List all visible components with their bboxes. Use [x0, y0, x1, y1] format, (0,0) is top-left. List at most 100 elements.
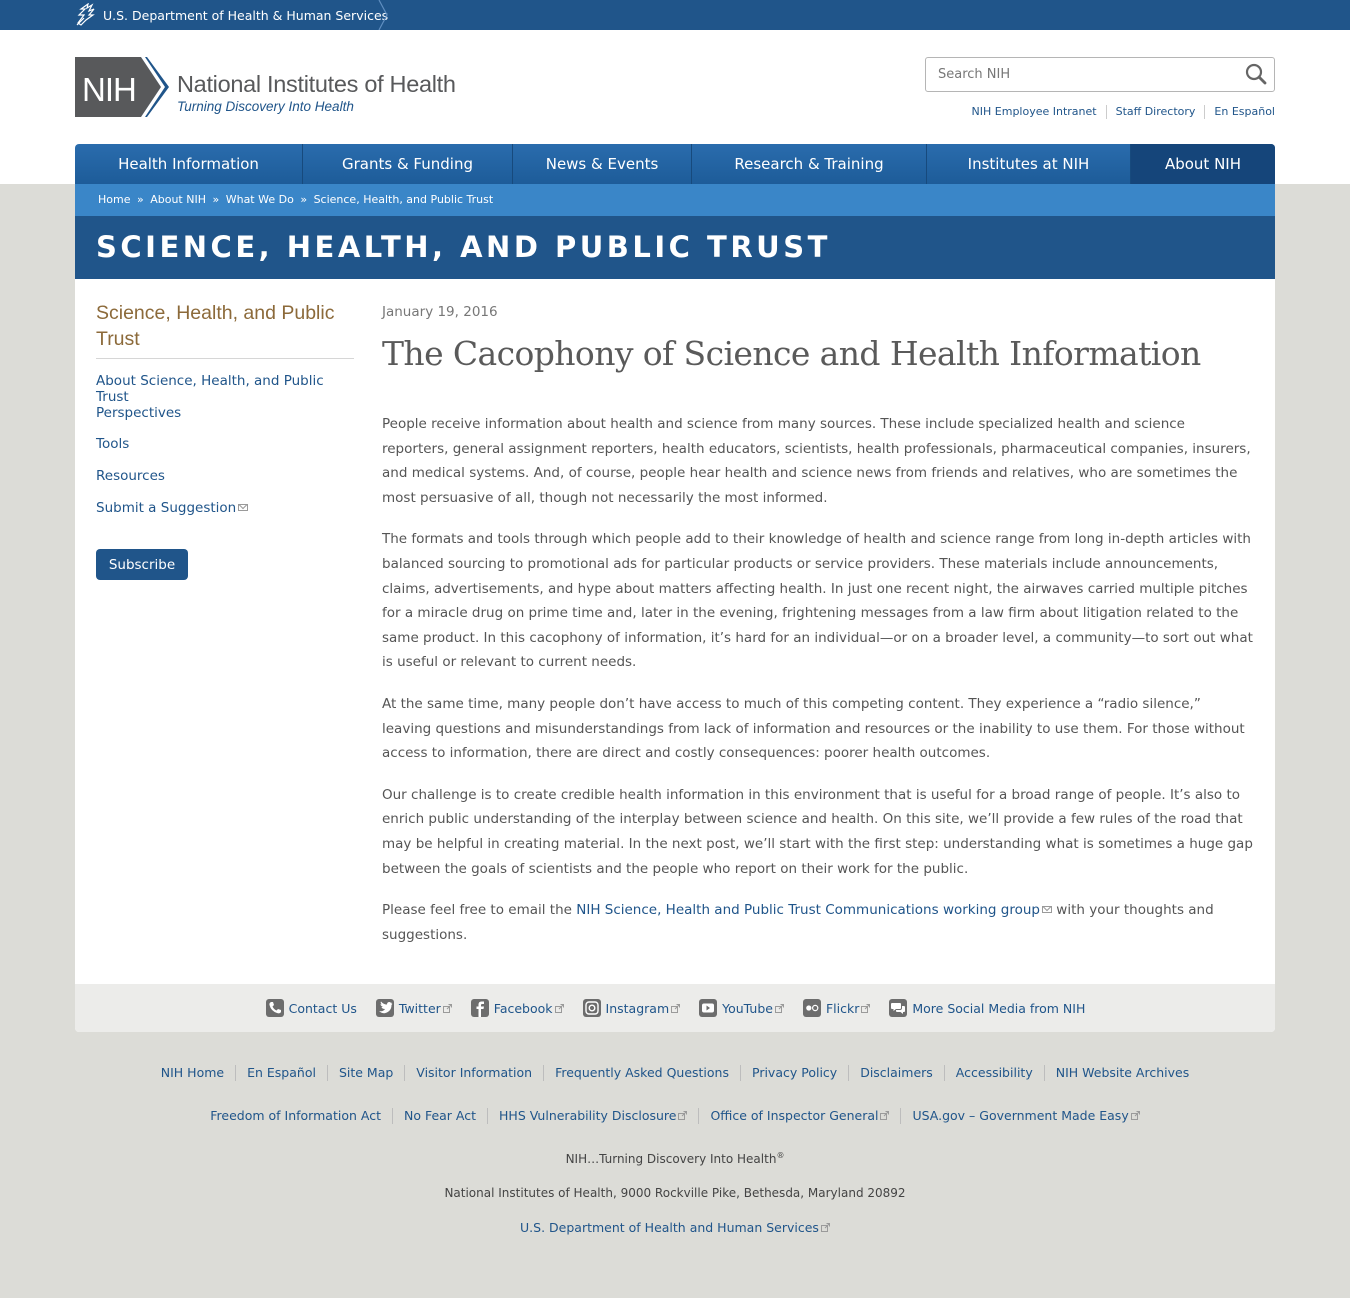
footer-link-privacy-policy[interactable]: Privacy Policy [740, 1065, 848, 1081]
breadcrumb: Home » About NIH » What We Do » Science,… [75, 184, 1275, 216]
sidebar-item: About Science, Health, and Public Trust [96, 373, 354, 405]
mail-icon [238, 503, 249, 511]
main-nav: Health Information Grants & Funding News… [75, 144, 1275, 184]
breadcrumb-separator: » [136, 193, 144, 206]
breadcrumb-home[interactable]: Home [98, 193, 130, 206]
footer-link-hhs-vulnerability[interactable]: HHS Vulnerability Disclosure [487, 1108, 698, 1124]
footer-link-usa-gov[interactable]: USA.gov – Government Made Easy [900, 1108, 1150, 1124]
sidebar-item-submit-suggestion[interactable]: Submit a Suggestion [96, 499, 249, 516]
hhs-link[interactable]: U.S. Department of Health & Human Servic… [75, 0, 388, 30]
sidebar-item: Submit a Suggestion [96, 500, 354, 532]
footer-hhs-link[interactable]: U.S. Department of Health and Human Serv… [520, 1220, 830, 1235]
social-contact-us[interactable]: Contact Us [265, 998, 357, 1018]
nav-grants-funding[interactable]: Grants & Funding [303, 144, 513, 184]
subscribe-button[interactable]: Subscribe [96, 549, 188, 580]
footer-link-label: USA.gov – Government Made Easy [912, 1108, 1129, 1123]
chevron-right-icon [378, 0, 388, 30]
footer-links-primary: NIH Home En Español Site Map Visitor Inf… [0, 1065, 1350, 1081]
sidebar-item-tools[interactable]: Tools [96, 436, 129, 452]
article-title: The Cacophony of Science and Health Info… [382, 334, 1201, 373]
sidebar: Science, Health, and Public Trust About … [96, 300, 354, 580]
closing-text: Please feel free to email the [382, 902, 577, 919]
logo-name: National Institutes of Health [177, 71, 456, 97]
breadcrumb-current: Science, Health, and Public Trust [313, 193, 494, 206]
sidebar-item-perspectives[interactable]: Perspectives [96, 405, 181, 421]
hhs-bar: U.S. Department of Health & Human Servic… [0, 0, 1350, 30]
working-group-label: NIH Science, Health and Public Trust Com… [576, 902, 1040, 919]
footer-link-faq[interactable]: Frequently Asked Questions [543, 1065, 740, 1081]
hhs-label: U.S. Department of Health & Human Servic… [103, 7, 389, 23]
facebook-icon [470, 999, 489, 1017]
social-label: Flickr [825, 1000, 860, 1016]
footer-link-label: HHS Vulnerability Disclosure [499, 1108, 677, 1123]
social-flickr[interactable]: Flickr [802, 998, 871, 1018]
article-paragraph: The formats and tools through which peop… [382, 531, 1253, 671]
employee-intranet-link[interactable]: NIH Employee Intranet [963, 105, 1106, 119]
nav-health-information[interactable]: Health Information [75, 144, 303, 184]
article-paragraph: At the same time, many people don’t have… [382, 695, 1245, 762]
footer-link-foia[interactable]: Freedom of Information Act [199, 1108, 392, 1124]
breadcrumb-about-nih[interactable]: About NIH [150, 193, 206, 206]
article-paragraph: Our challenge is to create credible heal… [382, 786, 1253, 877]
search-button[interactable] [1244, 63, 1268, 87]
footer-link-nih-home[interactable]: NIH Home [150, 1065, 235, 1081]
hhs-eagle-icon [76, 3, 95, 26]
footer-link-accessibility[interactable]: Accessibility [943, 1065, 1044, 1081]
en-espanol-link[interactable]: En Español [1204, 105, 1275, 119]
social-youtube[interactable]: YouTube [698, 998, 784, 1018]
working-group-email-link[interactable]: NIH Science, Health and Public Trust Com… [576, 902, 1052, 918]
search-icon [1245, 63, 1267, 85]
breadcrumb-separator: » [212, 193, 220, 206]
utility-links: NIH Employee Intranet Staff Directory En… [963, 105, 1275, 119]
social-label: Instagram [605, 1000, 670, 1016]
registered-mark: ® [776, 1151, 785, 1160]
social-facebook[interactable]: Facebook [470, 998, 564, 1018]
sidebar-item: Perspectives [96, 405, 354, 437]
mail-icon [1042, 906, 1052, 914]
article-paragraph-closing: Please feel free to email the NIH Scienc… [382, 898, 1254, 947]
social-label: Contact Us [288, 1000, 357, 1016]
sidebar-item-about[interactable]: About Science, Health, and Public Trust [96, 373, 324, 405]
page-banner: SCIENCE, HEALTH, AND PUBLIC TRUST [75, 216, 1275, 279]
footer-link-no-fear-act[interactable]: No Fear Act [391, 1108, 487, 1124]
social-label: Facebook [493, 1000, 553, 1016]
external-link-icon [671, 1003, 681, 1013]
logo-tagline: Turning Discovery Into Health [177, 99, 354, 114]
footer-link-en-espanol[interactable]: En Español [235, 1065, 327, 1081]
footer-link-site-map[interactable]: Site Map [326, 1065, 404, 1081]
sidebar-heading[interactable]: Science, Health, and Public Trust [96, 300, 354, 359]
sidebar-item-label: Submit a Suggestion [96, 499, 237, 516]
footer-link-inspector-general[interactable]: Office of Inspector General [698, 1108, 900, 1124]
nav-news-events[interactable]: News & Events [513, 144, 692, 184]
footer-link-visitor-information[interactable]: Visitor Information [404, 1065, 543, 1081]
youtube-icon [699, 999, 718, 1017]
external-link-icon [774, 1003, 784, 1013]
external-link-icon [442, 1003, 452, 1013]
footer-link-website-archives[interactable]: NIH Website Archives [1043, 1065, 1201, 1081]
external-link-icon [861, 1003, 871, 1013]
nav-about-nih[interactable]: About NIH [1131, 144, 1275, 184]
social-instagram[interactable]: Instagram [582, 998, 681, 1018]
chat-icon [889, 999, 908, 1017]
social-label: YouTube [722, 1000, 773, 1016]
external-link-icon [820, 1223, 830, 1232]
nih-logo-icon: NIH [75, 57, 169, 117]
search-input[interactable] [926, 58, 1236, 91]
nav-research-training[interactable]: Research & Training [692, 144, 927, 184]
sidebar-item: Tools [96, 436, 354, 468]
social-bar: Contact Us Twitter Facebook Instagram Yo… [75, 984, 1275, 1032]
social-twitter[interactable]: Twitter [375, 998, 452, 1018]
social-label: More Social Media from NIH [912, 1000, 1086, 1016]
sidebar-item-resources[interactable]: Resources [96, 468, 165, 484]
staff-directory-link[interactable]: Staff Directory [1105, 105, 1205, 119]
nih-logo[interactable]: NIH National Institutes of Health Turnin… [75, 57, 475, 119]
nav-institutes-at-nih[interactable]: Institutes at NIH [927, 144, 1131, 184]
footer-link-disclaimers[interactable]: Disclaimers [848, 1065, 944, 1081]
sidebar-list: About Science, Health, and Public Trust … [96, 373, 354, 531]
social-more-social-media[interactable]: More Social Media from NIH [888, 998, 1085, 1018]
external-link-icon [678, 1111, 688, 1120]
footer-tagline: NIH…Turning Discovery Into Health® [0, 1151, 1350, 1166]
social-label: Twitter [398, 1000, 441, 1016]
breadcrumb-what-we-do[interactable]: What We Do [226, 193, 294, 206]
breadcrumb-separator: » [300, 193, 308, 206]
